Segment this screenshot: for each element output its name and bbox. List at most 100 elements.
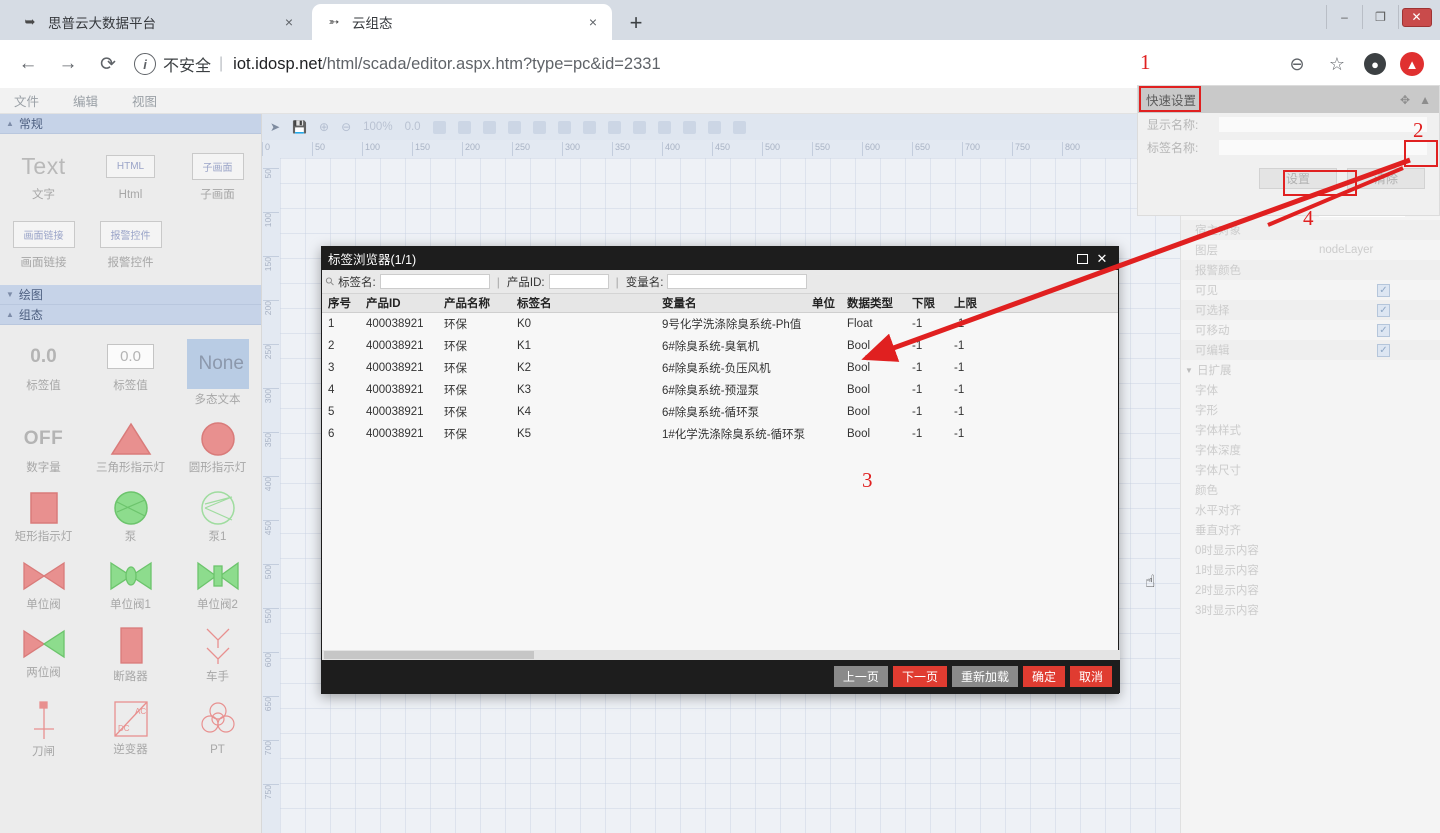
sidebar-section-draw[interactable]: ▼ 绘图 [0,285,261,305]
sidebar-item-digital[interactable]: OFF 数字量 [0,415,87,483]
toolbar-icon-h[interactable] [633,121,646,134]
profile-avatar-icon[interactable]: ● [1364,53,1386,75]
property-row[interactable]: 字体样式 [1181,420,1440,440]
menu-file[interactable]: 文件 [14,91,39,110]
sidebar-item-unit-valve[interactable]: 单位阀 [0,552,87,620]
tag-name-input[interactable] [1219,140,1427,155]
table-row[interactable]: 2400038921环保K16#除臭系统-臭氧机Bool-1-1 [322,335,1118,357]
forward-icon[interactable]: → [48,44,88,84]
sidebar-section-general[interactable]: ▲ 常规 [0,114,261,134]
property-row[interactable]: 字体 [1181,380,1440,400]
column-header-product-name[interactable]: 产品名称 [444,295,517,311]
sidebar-item-circle-lamp[interactable]: 圆形指示灯 [174,415,261,483]
toolbar-icon-l[interactable] [733,121,746,134]
extension-icon[interactable]: ▲ [1400,52,1424,76]
toolbar-icon-a[interactable] [458,121,471,134]
dialog-maximize-button[interactable] [1072,250,1092,268]
property-row[interactable]: 字体尺寸 [1181,460,1440,480]
property-row[interactable]: 报警颜色 [1181,260,1440,280]
toolbar-icon-j[interactable] [683,121,696,134]
property-row[interactable]: 可移动✓ [1181,320,1440,340]
column-header-tag-name[interactable]: 标签名 [517,295,662,311]
confirm-button[interactable]: 确定 [1023,666,1065,687]
property-row[interactable]: 2时显示内容 [1181,580,1440,600]
property-row[interactable]: 1时显示内容 [1181,560,1440,580]
sidebar-item-arrester[interactable]: 车手 [174,620,261,692]
sidebar-item-pump1[interactable]: 泵1 [174,484,261,552]
toolbar-icon-b[interactable] [483,121,496,134]
property-value[interactable]: ✓ [1309,284,1440,297]
window-restore-button[interactable]: ❐ [1362,5,1398,29]
sidebar-item-two-way-valve[interactable]: 两位阀 [0,620,87,692]
properties-group-header[interactable]: ▼ 日扩展 [1181,360,1440,380]
sidebar-item-knife-switch[interactable]: 刀闸 [0,693,87,767]
dialog-horizontal-scrollbar[interactable] [322,650,1120,660]
dialog-titlebar[interactable]: 标签浏览器(1/1) ✕ [322,247,1118,270]
browser-tab-1[interactable]: ➥ 思普云大数据平台 × [8,4,308,40]
tab-close-icon[interactable]: × [280,13,298,31]
address-bar[interactable]: i 不安全 | iot.idosp.net /html/scada/editor… [134,47,1284,81]
window-close-button[interactable]: ✕ [1398,5,1434,29]
sidebar-item-pump[interactable]: 泵 [87,484,174,552]
table-row[interactable]: 6400038921环保K51#化学洗涤除臭系统-循环泵Bool-1-1 [322,423,1118,445]
table-row[interactable]: 3400038921环保K26#除臭系统-负压风机Bool-1-1 [322,357,1118,379]
column-header-unit[interactable]: 单位 [812,295,847,311]
sidebar-section-scada[interactable]: ▲ 组态 [0,305,261,325]
save-icon[interactable]: 💾 [292,120,307,134]
checkbox-icon[interactable]: ✓ [1377,304,1390,317]
tab-close-icon[interactable]: × [584,13,602,31]
property-row[interactable]: 图层nodeLayer [1181,240,1440,260]
property-row[interactable]: 0时显示内容 [1181,540,1440,560]
property-row[interactable]: 水平对齐 [1181,500,1440,520]
property-row[interactable]: 字形 [1181,400,1440,420]
arrow-icon[interactable]: ➤ [270,120,280,134]
sidebar-item-subscreen[interactable]: 子画面 子画面 [174,142,261,210]
toolbar-icon-i[interactable] [658,121,671,134]
sidebar-item-breaker[interactable]: 断路器 [87,620,174,692]
pin-icon[interactable]: ✥ [1400,93,1410,107]
grid-toggle-icon[interactable] [433,121,446,134]
cancel-button[interactable]: 取消 [1070,666,1112,687]
reload-button[interactable]: 重新加载 [952,666,1018,687]
checkbox-icon[interactable]: ✓ [1377,344,1390,357]
table-row[interactable]: 4400038921环保K36#除臭系统-预湿泵Bool-1-1 [322,379,1118,401]
property-value[interactable]: ✓ [1309,304,1440,317]
column-header-product-id[interactable]: 产品ID [366,295,444,311]
toolbar-icon-d[interactable] [533,121,546,134]
scrollbar-thumb[interactable] [324,651,534,659]
toolbar-icon-c[interactable] [508,121,521,134]
collapse-icon[interactable]: ▲ [1419,93,1431,107]
property-row[interactable]: 3时显示内容 [1181,600,1440,620]
display-name-input[interactable] [1219,117,1427,132]
column-header-seq[interactable]: 序号 [322,295,366,311]
property-row[interactable]: 可编辑✓ [1181,340,1440,360]
column-header-low-limit[interactable]: 下限 [912,295,954,311]
property-row[interactable]: 字体深度 [1181,440,1440,460]
sidebar-item-text[interactable]: Text 文字 [0,142,87,210]
toolbar-icon-e[interactable] [558,121,571,134]
column-header-variable-name[interactable]: 变量名 [662,295,812,311]
property-value[interactable]: ✓ [1309,344,1440,357]
table-row[interactable]: 1400038921环保K09号化学洗涤除臭系统-Ph值Float-1-1 [322,313,1118,335]
filter-productid-input[interactable] [549,274,609,289]
sidebar-item-inverter[interactable]: AC DC 逆变器 [87,693,174,767]
sidebar-item-unit-valve-2[interactable]: 单位阀2 [174,552,261,620]
sidebar-item-pt[interactable]: PT [174,693,261,767]
sidebar-item-html[interactable]: HTML Html [87,142,174,210]
property-row[interactable]: 颜色 [1181,480,1440,500]
dialog-close-button[interactable]: ✕ [1092,250,1112,268]
new-tab-button[interactable]: + [622,10,650,36]
clear-button[interactable]: 清除 [1347,168,1425,189]
filter-varname-input[interactable] [667,274,807,289]
sidebar-item-alarm-widget[interactable]: 报警控件 报警控件 [87,210,174,278]
toolbar-icon-f[interactable] [583,121,596,134]
zoom-out-icon[interactable]: ⊖ [1284,51,1310,77]
toolbar-icon-k[interactable] [708,121,721,134]
checkbox-icon[interactable]: ✓ [1377,324,1390,337]
sidebar-item-multistate-text[interactable]: None 多态文本 [174,333,261,415]
column-header-data-type[interactable]: 数据类型 [847,295,912,311]
prev-page-button[interactable]: 上一页 [834,666,888,687]
filter-tagname-input[interactable] [380,274,490,289]
table-row[interactable]: 5400038921环保K46#除臭系统-循环泵Bool-1-1 [322,401,1118,423]
zoom-out-icon[interactable]: ⊖ [341,120,351,134]
